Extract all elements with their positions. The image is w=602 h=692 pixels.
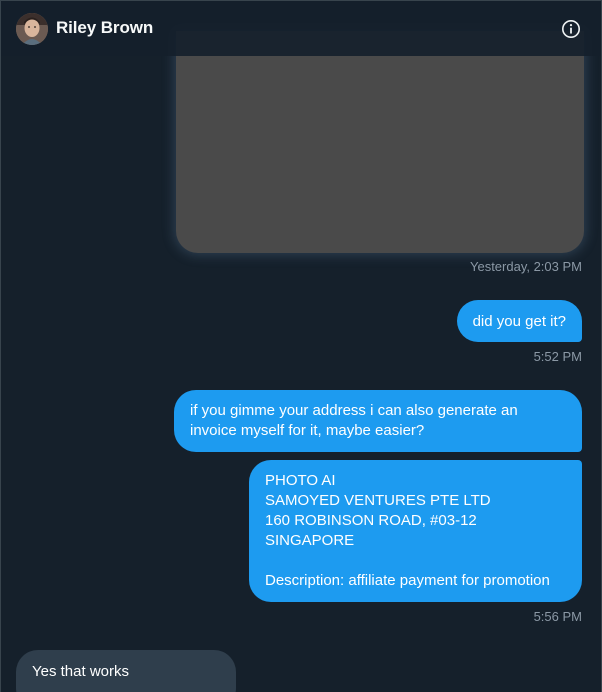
message-timestamp: 5:56 PM [533,609,582,624]
message-text: 160 ROBINSON ROAD, #03-12 [265,512,477,529]
info-icon[interactable] [561,19,581,39]
avatar[interactable] [16,13,48,45]
message-timestamp: 5:52 PM [533,349,582,364]
conversation-title[interactable]: Riley Brown [56,18,153,38]
message-text: Yes that works [32,663,129,680]
received-message-bubble[interactable]: Yes that works [16,650,236,692]
sent-message-bubble[interactable]: if you gimme your address i can also gen… [174,390,582,452]
message-text: did you get it? [472,313,566,330]
message-text: SINGAPORE [265,532,355,549]
message-text: if you gimme your address i can also gen… [190,402,518,419]
conversation-header: Riley Brown [1,1,601,56]
sent-media-image[interactable] [176,31,584,253]
sent-message-bubble[interactable]: did you get it? [456,300,582,342]
message-timestamp: Yesterday, 2:03 PM [469,259,582,274]
message-text: Description: affiliate payment for promo… [265,572,550,589]
message-text: PHOTO AI [265,472,336,489]
message-text: invoice myself for it, maybe easier? [190,422,425,439]
avatar-image [16,13,48,45]
dm-conversation: Yesterday, 2:03 PM did you get it? 5:52 … [0,0,602,692]
message-text: SAMOYED VENTURES PTE LTD [265,492,491,509]
sent-message-bubble[interactable]: PHOTO AI SAMOYED VENTURES PTE LTD 160 RO… [249,460,582,602]
